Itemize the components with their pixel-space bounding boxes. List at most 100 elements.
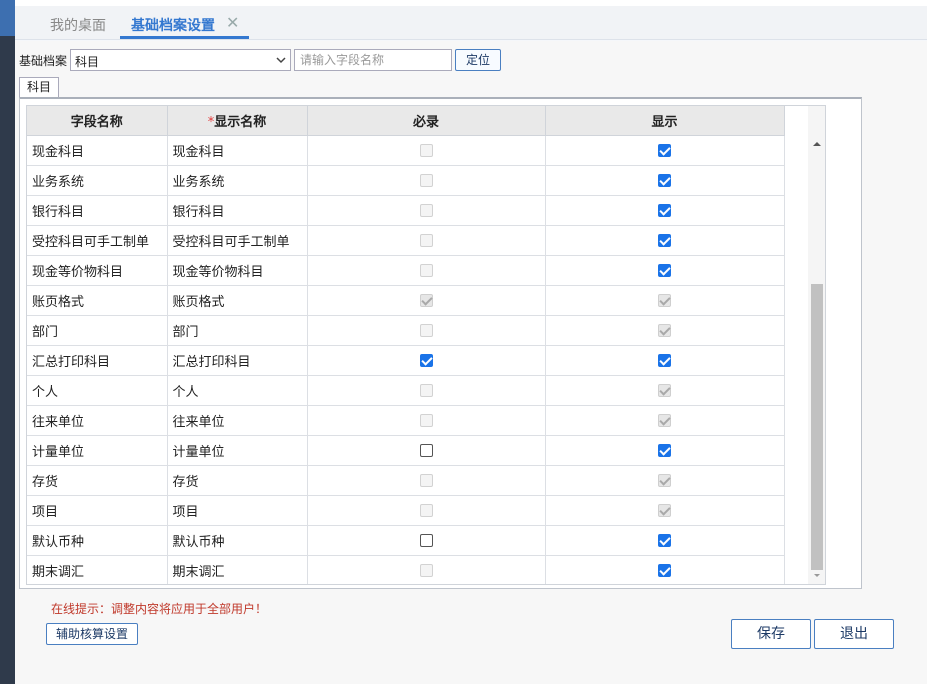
display-name-cell[interactable]: 现金科目 [167,135,308,166]
show-checkbox [658,503,671,517]
show-checkbox[interactable] [658,173,671,187]
tab-my-desktop[interactable]: 我的桌面 [50,15,106,35]
display-name-cell[interactable]: 存货 [167,465,308,496]
required-checkbox [419,413,433,427]
field-name-cell: 部门 [27,315,168,346]
display-name-cell[interactable]: 业务系统 [167,165,308,196]
required-checkbox [419,323,433,337]
show-cell [545,135,785,166]
locate-button[interactable]: 定位 [455,49,501,71]
display-name-cell[interactable]: 计量单位 [167,435,308,466]
show-checkbox[interactable] [658,443,671,457]
display-name-cell[interactable]: 账页格式 [167,285,308,316]
main-content: 基础档案 科目 定位 科目 字段名称 *显示名称 必录 显示 现金科目现 [15,41,927,684]
display-name-cell[interactable]: 项目 [167,495,308,526]
show-cell [545,195,785,226]
required-checkbox [419,263,433,277]
field-name-cell: 汇总打印科目 [27,345,168,376]
display-name-cell[interactable]: 汇总打印科目 [167,345,308,376]
table-row: 往来单位 往来单位 [27,405,785,436]
tab-bar: 我的桌面 基础档案设置 ✕ [15,6,927,40]
field-name-cell: 受控科目可手工制单 [27,225,168,256]
scroll-down-arrow-icon[interactable] [808,570,826,582]
table-row: 个人 个人 [27,375,785,406]
required-checkbox[interactable] [419,443,433,457]
field-name-cell: 现金科目 [27,135,168,166]
online-hint: 在线提示：调整内容将应用于全部用户！ [51,602,268,616]
show-cell [545,225,785,256]
required-cell [307,405,546,436]
archive-select[interactable]: 科目 [70,49,291,71]
field-name-cell: 期末调汇 [27,555,168,584]
required-checkbox [419,293,433,307]
field-grid: 字段名称 *显示名称 必录 显示 现金科目 现金科目 业务系统 业务系统 银行科目 银行科… [26,105,826,585]
show-checkbox[interactable] [658,533,671,547]
display-name-cell[interactable]: 默认币种 [167,525,308,556]
required-checkbox [419,563,433,577]
archive-select-value: 科目 [75,55,100,69]
required-checkbox[interactable] [419,533,433,547]
close-icon[interactable]: ✕ [226,13,239,32]
show-cell [545,465,785,496]
field-name-search-input[interactable] [294,49,452,71]
required-checkbox [419,473,433,487]
show-checkbox[interactable] [658,353,671,367]
header-display-name: *显示名称 [167,106,308,136]
show-cell [545,405,785,436]
show-checkbox[interactable] [658,563,671,577]
required-cell [307,165,546,196]
save-button[interactable]: 保存 [731,619,811,649]
table-row: 银行科目 银行科目 [27,195,785,226]
show-checkbox[interactable] [658,263,671,277]
field-name-cell: 现金等价物科目 [27,255,168,286]
display-name-cell[interactable]: 受控科目可手工制单 [167,225,308,256]
display-name-cell[interactable]: 期末调汇 [167,555,308,584]
required-cell [307,465,546,496]
header-required: 必录 [307,106,546,136]
display-name-cell[interactable]: 往来单位 [167,405,308,436]
table-row: 现金等价物科目 现金等价物科目 [27,255,785,286]
vertical-scrollbar[interactable] [808,106,826,584]
chevron-down-icon [276,57,286,64]
show-cell [545,555,785,584]
aux-accounting-settings-button[interactable]: 辅助核算设置 [46,623,138,645]
field-name-cell: 往来单位 [27,405,168,436]
show-checkbox [658,293,671,307]
required-checkbox [419,503,433,517]
active-tab-indicator [120,36,249,39]
exit-button[interactable]: 退出 [814,619,894,649]
tab-basic-archive-settings[interactable]: 基础档案设置 [131,15,215,35]
display-name-cell[interactable]: 部门 [167,315,308,346]
required-cell [307,375,546,406]
sidebar-accent [0,0,15,36]
required-cell [307,315,546,346]
table-row: 汇总打印科目 汇总打印科目 [27,345,785,376]
required-checkbox [419,233,433,247]
field-name-cell: 默认币种 [27,525,168,556]
subtab-subject[interactable]: 科目 [19,77,59,97]
required-cell [307,345,546,376]
table-row: 计量单位 计量单位 [27,435,785,466]
show-checkbox[interactable] [658,233,671,247]
required-cell [307,525,546,556]
show-checkbox[interactable] [658,143,671,157]
required-cell [307,555,546,584]
table-header-row: 字段名称 *显示名称 必录 显示 [27,106,785,136]
required-cell [307,255,546,286]
required-cell [307,225,546,256]
display-name-cell[interactable]: 现金等价物科目 [167,255,308,286]
show-checkbox[interactable] [658,203,671,217]
show-cell [545,165,785,196]
required-checkbox[interactable] [419,353,433,367]
display-name-cell[interactable]: 个人 [167,375,308,406]
show-checkbox [658,473,671,487]
field-name-cell: 存货 [27,465,168,496]
display-name-cell[interactable]: 银行科目 [167,195,308,226]
show-cell [545,495,785,526]
scroll-up-arrow-icon[interactable] [808,137,826,151]
show-checkbox [658,413,671,427]
table-row: 现金科目 现金科目 [27,135,785,166]
scrollbar-thumb[interactable] [811,284,823,570]
header-show: 显示 [545,106,785,136]
field-name-cell: 账页格式 [27,285,168,316]
